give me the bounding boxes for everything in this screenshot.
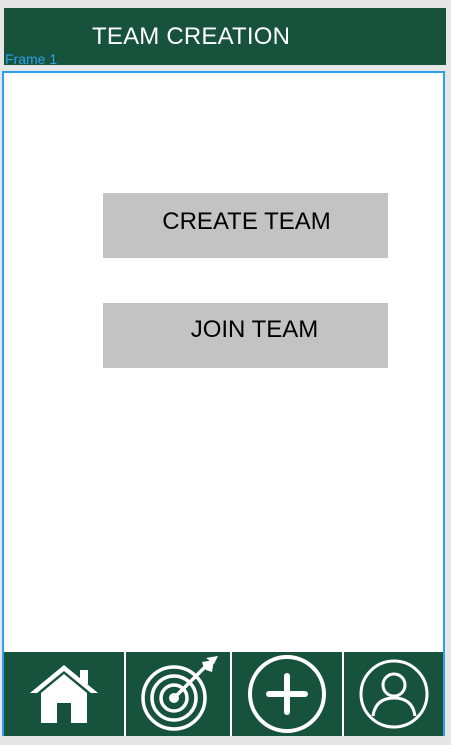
create-team-button[interactable]: CREATE TEAM (103, 193, 388, 258)
app-header: TEAM CREATION (4, 8, 446, 65)
join-team-button[interactable]: JOIN TEAM (103, 303, 388, 368)
nav-target-button[interactable] (126, 652, 230, 736)
nav-profile-button[interactable] (344, 652, 443, 736)
page-title: TEAM CREATION (92, 23, 291, 50)
target-icon (141, 656, 218, 731)
create-team-label: CREATE TEAM (162, 207, 331, 235)
nav-add-button[interactable] (232, 652, 342, 736)
nav-home-button[interactable] (4, 652, 124, 736)
content-frame: CREATE TEAM JOIN TEAM (2, 71, 445, 739)
frame-label: Frame 1 (5, 51, 58, 67)
add-icon (248, 655, 326, 733)
home-icon (30, 665, 98, 723)
join-team-label: JOIN TEAM (190, 315, 319, 343)
bottom-strip (0, 736, 451, 745)
bottom-nav-bar (4, 652, 443, 736)
profile-icon (359, 659, 428, 729)
